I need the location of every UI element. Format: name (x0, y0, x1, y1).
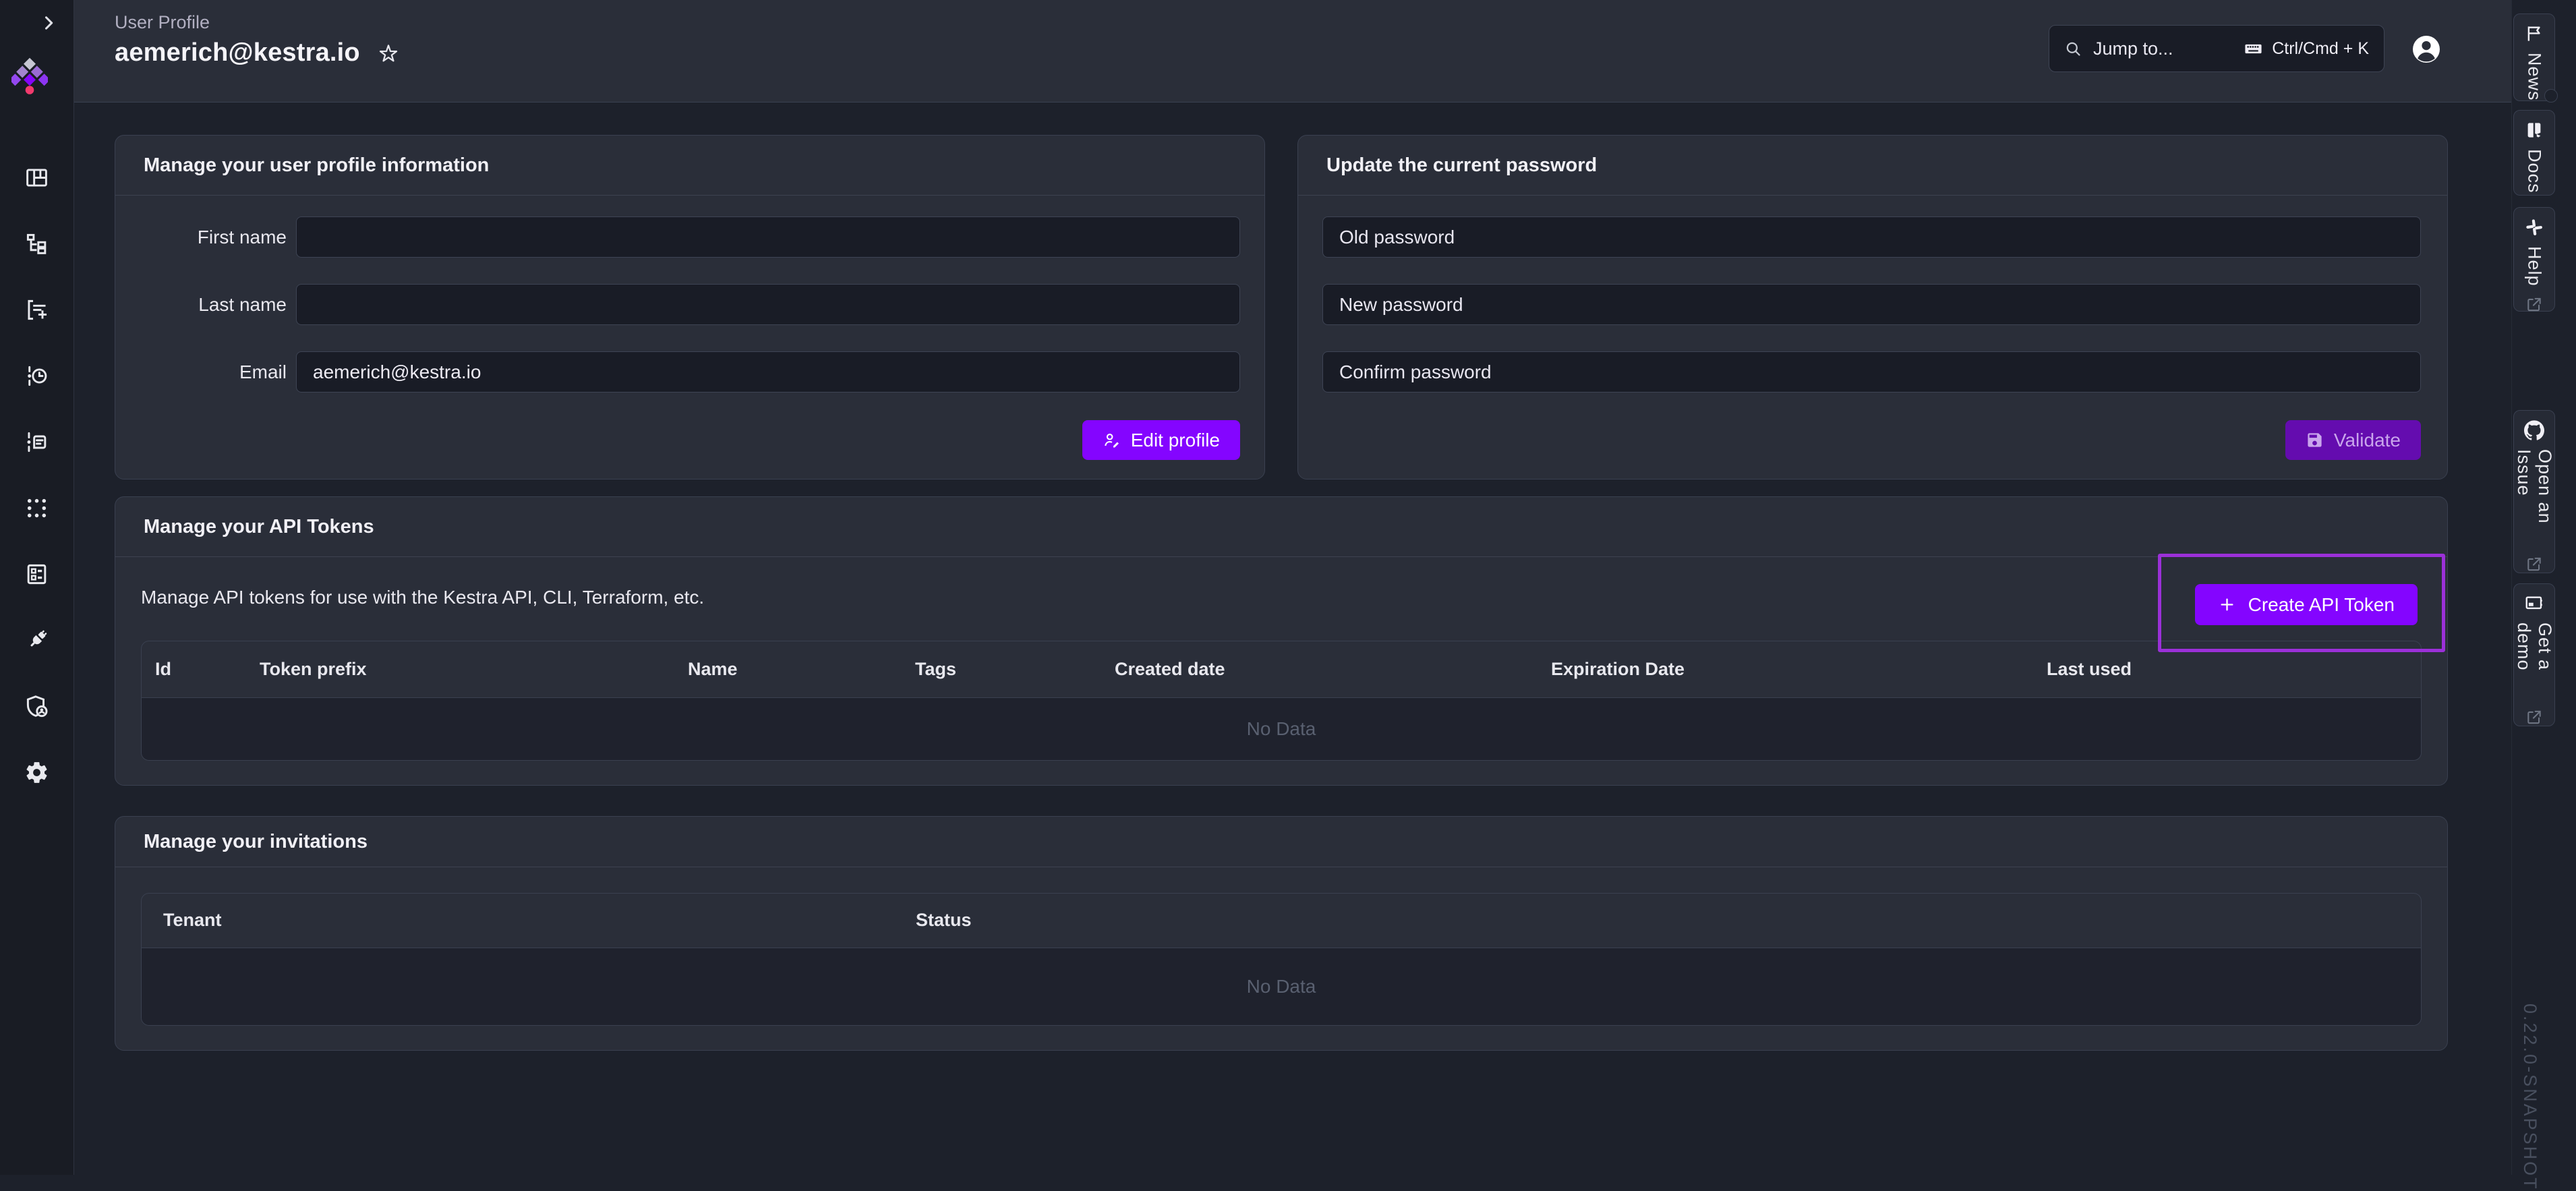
profile-card: Manage your user profile information Fir… (115, 135, 1265, 480)
validate-label: Validate (2334, 430, 2401, 451)
profile-card-title: Manage your user profile information (144, 154, 489, 177)
flag-icon (2524, 24, 2544, 44)
plus-icon (2218, 596, 2236, 614)
tab-open-an-issue[interactable]: Open an Issue (2513, 410, 2555, 573)
external-link-icon (2525, 555, 2543, 573)
sidebar-expand-chevron-icon[interactable] (39, 13, 58, 32)
star-favorite-icon[interactable] (378, 42, 399, 64)
slack-icon (2524, 217, 2544, 237)
col-last-used: Last used (2047, 641, 2421, 697)
api-tokens-card-title: Manage your API Tokens (144, 516, 374, 538)
create-api-token-button[interactable]: Create API Token (2195, 584, 2418, 625)
news-notification-dot (2544, 89, 2558, 103)
col-tags: Tags (915, 641, 1115, 697)
main-content: Manage your user profile information Fir… (74, 103, 2511, 1175)
password-card: Update the current password Validate (1297, 135, 2448, 480)
tab-docs-label: Docs (2524, 149, 2545, 194)
validate-button[interactable]: Validate (2285, 420, 2421, 460)
invitations-header-row: Tenant Status (142, 894, 2421, 948)
tab-help-label: Help (2524, 246, 2545, 287)
tab-news[interactable]: News (2513, 13, 2555, 101)
tab-docs[interactable]: Docs (2513, 110, 2555, 196)
col-expiration-date: Expiration Date (1551, 641, 2047, 697)
password-card-title: Update the current password (1326, 154, 1597, 177)
sidebar-nav (0, 165, 74, 785)
monitor-icon (2524, 593, 2544, 614)
invitations-card: Manage your invitations Tenant Status No… (115, 816, 2448, 1051)
save-icon (2306, 431, 2324, 449)
user-avatar-icon[interactable] (2410, 33, 2442, 65)
api-tokens-description: Manage API tokens for use with the Kestr… (141, 557, 2422, 608)
apps-icon[interactable] (24, 496, 49, 521)
first-name-field[interactable] (296, 216, 1240, 258)
api-tokens-empty-state: No Data (142, 697, 2421, 760)
invitations-empty-state: No Data (142, 948, 2421, 1025)
plugins-icon[interactable] (24, 628, 49, 653)
breadcrumb: User Profile (115, 12, 399, 33)
search-shortcut: Ctrl/Cmd + K (2272, 39, 2369, 59)
col-tenant: Tenant (142, 894, 916, 948)
create-api-token-label: Create API Token (2248, 594, 2395, 616)
external-link-icon (2525, 708, 2543, 726)
first-name-label: First name (140, 227, 296, 248)
kestra-logo[interactable] (11, 57, 48, 94)
github-icon (2524, 420, 2544, 440)
last-name-label: Last name (140, 294, 296, 316)
dashboard-icon[interactable] (24, 165, 49, 190)
email-label: Email (140, 361, 296, 383)
search-icon (2064, 40, 2082, 58)
confirm-password-field[interactable] (1322, 351, 2421, 393)
api-tokens-card: Manage your API Tokens Create API Token … (115, 496, 2448, 786)
col-token-prefix: Token prefix (260, 641, 688, 697)
api-tokens-table: Id Token prefix Name Tags Created date E… (141, 641, 2422, 761)
search-placeholder: Jump to... (2093, 38, 2244, 59)
col-id: Id (142, 641, 260, 697)
tab-open-an-issue-label: Open an Issue (2513, 449, 2555, 546)
col-status: Status (916, 894, 2421, 948)
edit-profile-button[interactable]: Edit profile (1082, 420, 1240, 460)
new-password-field[interactable] (1322, 284, 2421, 325)
invitations-card-title: Manage your invitations (144, 831, 368, 853)
logs-icon[interactable] (24, 430, 49, 455)
last-name-field[interactable] (296, 284, 1240, 325)
account-edit-icon (1103, 431, 1121, 449)
invitations-table: Tenant Status No Data (141, 893, 2422, 1026)
executions-icon[interactable] (24, 364, 49, 388)
email-field[interactable] (296, 351, 1240, 393)
search-input[interactable]: Jump to... Ctrl/Cmd + K (2049, 25, 2384, 72)
page-title: aemerich@kestra.io (115, 38, 360, 67)
tab-help[interactable]: Help (2513, 207, 2555, 312)
tab-get-a-demo-label: Get a demo (2513, 622, 2555, 699)
left-sidebar (0, 0, 74, 1175)
keyboard-icon (2244, 39, 2263, 59)
book-icon (2524, 120, 2544, 140)
right-sidebar: News Docs Help Open an Issue Get a demo (2511, 0, 2576, 1175)
flows-icon[interactable] (24, 231, 49, 256)
col-created-date: Created date (1115, 641, 1551, 697)
blueprints-icon[interactable] (24, 562, 49, 587)
editor-icon[interactable] (24, 297, 49, 322)
old-password-field[interactable] (1322, 216, 2421, 258)
col-name: Name (688, 641, 915, 697)
tab-news-label: News (2524, 53, 2545, 101)
iam-icon[interactable] (24, 694, 49, 719)
version-label: 0.22.0-SNAPSHOT (2519, 1004, 2540, 1191)
settings-icon[interactable] (24, 760, 49, 785)
api-tokens-header-row: Id Token prefix Name Tags Created date E… (142, 641, 2421, 697)
tab-get-a-demo[interactable]: Get a demo (2513, 583, 2555, 726)
topbar: User Profile aemerich@kestra.io Jump to.… (74, 0, 2511, 103)
edit-profile-label: Edit profile (1131, 430, 1220, 451)
external-link-icon (2525, 295, 2543, 313)
